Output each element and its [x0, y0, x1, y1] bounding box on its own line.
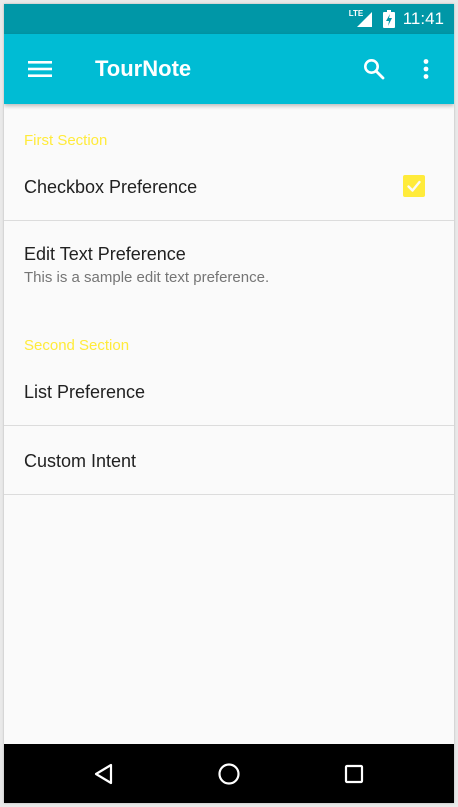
- divider: [4, 494, 454, 495]
- custom-intent-preference-title: Custom Intent: [24, 451, 137, 471]
- back-icon: [94, 763, 113, 785]
- edit-text-preference-summary: This is a sample edit text preference.: [24, 269, 270, 286]
- overflow-menu-button[interactable]: [404, 47, 448, 91]
- more-vert-icon: [423, 59, 429, 79]
- app-bar: TourNote: [4, 34, 454, 104]
- section-header-second: Second Section: [24, 337, 130, 354]
- recents-button[interactable]: [330, 750, 378, 798]
- lte-signal-icon: LTE: [349, 10, 373, 28]
- app-title: TourNote: [95, 56, 192, 81]
- checkbox-preference-checkbox[interactable]: [403, 175, 425, 197]
- edit-text-preference-title: Edit Text Preference: [24, 244, 186, 264]
- recents-icon: [344, 764, 364, 784]
- status-clock: 11:41: [402, 9, 444, 28]
- checkbox-preference-item[interactable]: Checkbox Preference: [4, 154, 454, 220]
- status-icons: LTE 11:41: [349, 4, 444, 34]
- navigation-menu-button[interactable]: [18, 47, 62, 91]
- list-preference-item[interactable]: List Preference: [4, 359, 454, 425]
- check-icon: [407, 180, 421, 192]
- checkbox-preference-title: Checkbox Preference: [24, 177, 198, 197]
- system-navigation-bar: [4, 744, 454, 803]
- menu-icon: [28, 61, 52, 77]
- custom-intent-preference-item[interactable]: Custom Intent: [4, 426, 454, 494]
- back-button[interactable]: [80, 750, 128, 798]
- battery-charging-icon: [382, 10, 395, 28]
- status-bar: LTE 11:41: [4, 4, 454, 34]
- search-icon: [364, 59, 385, 80]
- phone-screen: LTE 11:41 TourNote First Section Checkbo…: [4, 4, 454, 803]
- section-header-first: First Section: [24, 132, 108, 149]
- home-button[interactable]: [205, 750, 253, 798]
- search-button[interactable]: [352, 47, 396, 91]
- list-preference-title: List Preference: [24, 382, 146, 402]
- edit-text-preference-item[interactable]: Edit Text Preference This is a sample ed…: [4, 221, 454, 305]
- home-icon: [218, 763, 240, 785]
